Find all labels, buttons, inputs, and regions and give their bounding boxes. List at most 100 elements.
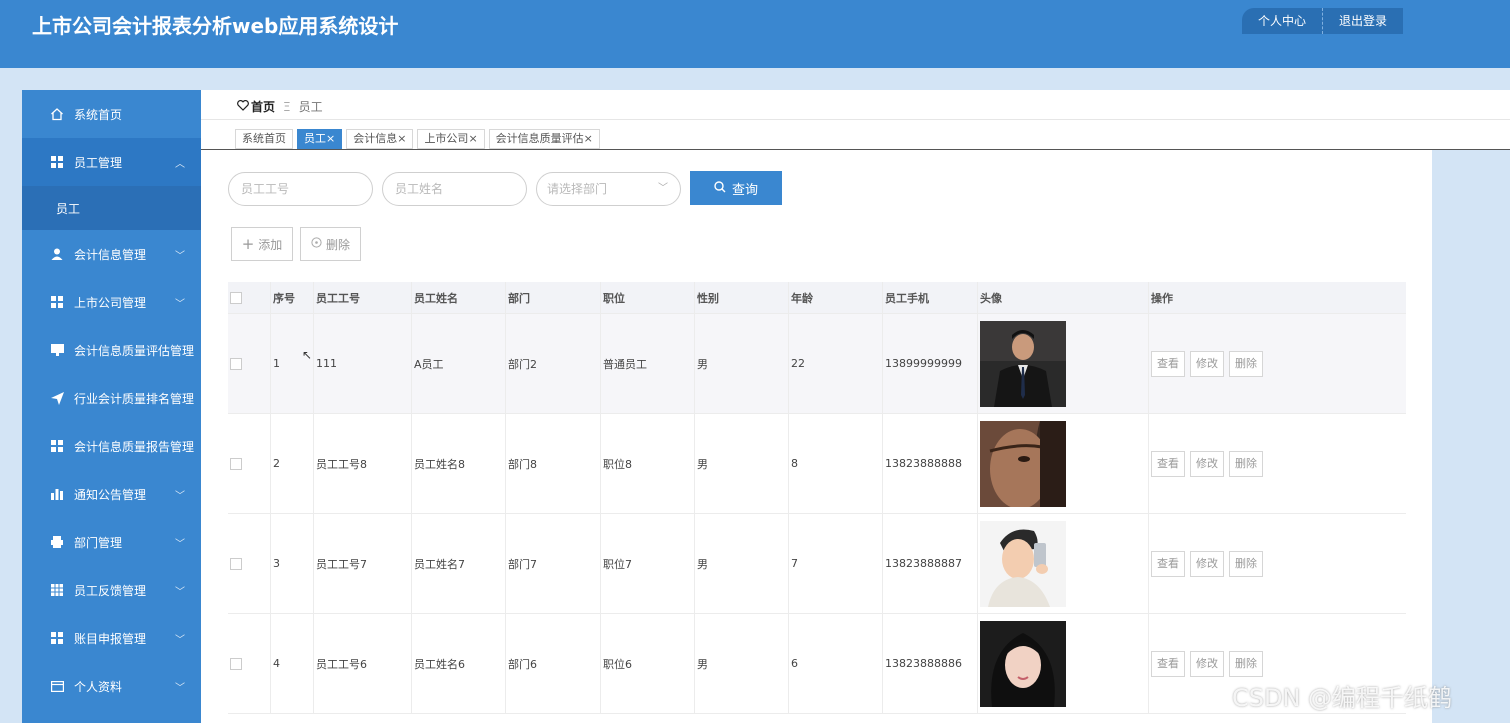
sidebar-item-home[interactable]: 系统首页 xyxy=(22,90,201,138)
tab-home[interactable]: 系统首页 xyxy=(235,129,293,149)
cell-no: 4 xyxy=(271,614,314,713)
tab-accounting-info[interactable]: 会计信息× xyxy=(346,129,414,149)
sidebar-item-listed-company[interactable]: 上市公司管理 ﹀ xyxy=(22,278,201,326)
edit-button[interactable]: 修改 xyxy=(1190,550,1224,577)
chevron-down-icon: ﹀ xyxy=(175,490,185,502)
sidebar-item-declaration[interactable]: 账目申报管理 ﹀ xyxy=(22,614,201,662)
sidebar: 系统首页 员工管理 ︿ 员工 会计信息管理 ﹀ 上市公司管理 ﹀ 会计信息质量评… xyxy=(22,90,201,723)
cell-position: 职位6 xyxy=(601,614,695,713)
sidebar-subitem-employee[interactable]: 员工 xyxy=(22,186,201,230)
row-checkbox[interactable] xyxy=(230,357,242,370)
edit-button[interactable]: 修改 xyxy=(1190,650,1224,677)
chevron-down-icon: ﹀ xyxy=(175,682,185,694)
table-row: 2 员工工号8 员工姓名8 部门8 职位8 男 8 13823888888 查看… xyxy=(228,414,1406,514)
close-icon[interactable]: × xyxy=(468,132,477,145)
avatar xyxy=(980,520,1066,607)
delete-row-button[interactable]: 删除 xyxy=(1229,350,1263,377)
cell-employee-name: 员工姓名8 xyxy=(412,414,506,513)
card-icon xyxy=(50,679,64,693)
select-all-checkbox[interactable] xyxy=(230,291,242,304)
sidebar-item-notice[interactable]: 通知公告管理 ﹀ xyxy=(22,470,201,518)
sidebar-item-label: 员工管理 xyxy=(74,155,123,170)
sidebar-item-label: 员工反馈管理 xyxy=(74,583,147,598)
view-button[interactable]: 查看 xyxy=(1151,650,1185,677)
employee-no-input[interactable] xyxy=(228,172,373,206)
main-content: 首页 Ξ 员工 系统首页 员工× 会计信息× 上市公司× 会计信息质量评估× 请… xyxy=(201,90,1510,723)
table-row: 3 员工工号7 员工姓名7 部门7 职位7 男 7 13823888887 查看… xyxy=(228,514,1406,614)
monitor-icon xyxy=(50,343,64,357)
cell-department: 部门6 xyxy=(506,614,601,713)
breadcrumb-home[interactable]: 首页 xyxy=(251,98,275,115)
table-icon xyxy=(50,583,64,597)
chevron-up-icon: ︿ xyxy=(175,158,185,170)
sidebar-item-label: 行业会计质量排名管理 xyxy=(74,391,195,406)
sidebar-item-employee-mgmt[interactable]: 员工管理 ︿ xyxy=(22,138,201,186)
logout-button[interactable]: 退出登录 xyxy=(1322,8,1403,34)
query-button[interactable]: 查询 xyxy=(690,171,782,205)
view-button[interactable]: 查看 xyxy=(1151,450,1185,477)
edit-button[interactable]: 修改 xyxy=(1190,450,1224,477)
add-button[interactable]: + 添加 xyxy=(231,227,293,261)
row-checkbox[interactable] xyxy=(230,557,242,570)
cell-phone: 13823888888 xyxy=(883,414,978,513)
column-header: 性别 xyxy=(695,282,789,313)
sidebar-item-label: 个人资料 xyxy=(74,679,123,694)
sidebar-item-label: 账目申报管理 xyxy=(74,631,147,646)
cell-employee-no: 111 xyxy=(314,314,412,413)
heart-icon xyxy=(237,99,249,114)
table-header-row: 序号 员工工号 员工姓名 部门 职位 性别 年龄 员工手机 头像 操作 xyxy=(228,282,1406,314)
cell-gender: 男 xyxy=(695,514,789,613)
chevron-down-icon: ﹀ xyxy=(175,538,185,550)
column-header: 序号 xyxy=(271,282,314,313)
sidebar-item-department[interactable]: 部门管理 ﹀ xyxy=(22,518,201,566)
chevron-down-icon: ﹀ xyxy=(175,634,185,646)
tab-employee[interactable]: 员工× xyxy=(297,129,343,149)
close-icon[interactable]: × xyxy=(326,132,335,145)
avatar xyxy=(980,320,1066,407)
tab-listed-company[interactable]: 上市公司× xyxy=(417,129,485,149)
sidebar-item-feedback[interactable]: 员工反馈管理 ﹀ xyxy=(22,566,201,614)
close-icon[interactable]: × xyxy=(397,132,406,145)
profile-center-button[interactable]: 个人中心 xyxy=(1242,8,1322,34)
row-checkbox[interactable] xyxy=(230,657,242,670)
delete-row-button[interactable]: 删除 xyxy=(1229,450,1263,477)
department-select[interactable]: 请选择部门 ﹀ xyxy=(536,172,681,206)
row-checkbox[interactable] xyxy=(230,457,242,470)
chevron-down-icon: ﹀ xyxy=(175,586,185,598)
cell-phone: 13823888886 xyxy=(883,614,978,713)
sidebar-item-label: 会计信息管理 xyxy=(74,247,147,262)
send-icon xyxy=(50,391,64,405)
delete-button[interactable]: 删除 xyxy=(300,227,361,261)
sidebar-item-accounting-info[interactable]: 会计信息管理 ﹀ xyxy=(22,230,201,278)
employee-name-input[interactable] xyxy=(382,172,527,206)
grid-icon xyxy=(50,631,64,645)
close-icon[interactable]: × xyxy=(584,132,593,145)
column-header: 职位 xyxy=(601,282,695,313)
table-row: 4 员工工号6 员工姓名6 部门6 职位6 男 6 13823888886 查看 xyxy=(228,614,1406,714)
cell-position: 职位8 xyxy=(601,414,695,513)
view-button[interactable]: 查看 xyxy=(1151,350,1185,377)
chevron-down-icon: ﹀ xyxy=(658,183,668,194)
sidebar-item-profile[interactable]: 个人资料 ﹀ xyxy=(22,662,201,710)
cell-no: 3 xyxy=(271,514,314,613)
sidebar-item-label: 通知公告管理 xyxy=(74,487,147,502)
view-button[interactable]: 查看 xyxy=(1151,550,1185,577)
sidebar-item-label: 系统首页 xyxy=(74,107,123,122)
avatar xyxy=(980,420,1066,507)
tab-divider xyxy=(201,149,1510,150)
breadcrumb: 首页 Ξ 员工 xyxy=(237,98,323,115)
table-row: 1 111 A员工 部门2 普通员工 男 22 13899999999 查看 修… xyxy=(228,314,1406,414)
cell-employee-no: 员工工号8 xyxy=(314,414,412,513)
sidebar-item-quality-assessment[interactable]: 会计信息质量评估管理 xyxy=(22,326,201,374)
delete-row-button[interactable]: 删除 xyxy=(1229,550,1263,577)
top-button-group: 个人中心 退出登录 xyxy=(1242,8,1404,34)
watermark: CSDN @编程千纸鹤 xyxy=(1232,684,1453,712)
sidebar-item-quality-report[interactable]: 会计信息质量报告管理 xyxy=(22,422,201,470)
tab-quality-assessment[interactable]: 会计信息质量评估× xyxy=(488,129,600,149)
delete-row-button[interactable]: 删除 xyxy=(1229,650,1263,677)
sidebar-item-industry-ranking[interactable]: 行业会计质量排名管理 xyxy=(22,374,201,422)
edit-button[interactable]: 修改 xyxy=(1190,350,1224,377)
cell-age: 8 xyxy=(789,414,883,513)
cell-age: 6 xyxy=(789,614,883,713)
employee-table: 序号 员工工号 员工姓名 部门 职位 性别 年龄 员工手机 头像 操作 1 11… xyxy=(228,282,1406,714)
